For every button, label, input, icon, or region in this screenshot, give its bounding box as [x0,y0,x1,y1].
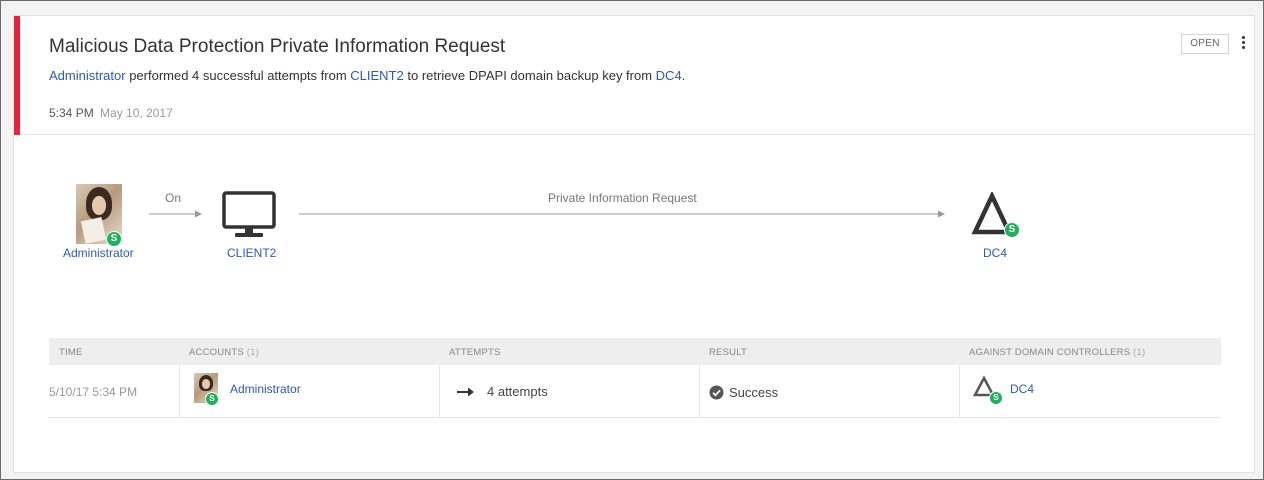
row-account-link[interactable]: Administrator [230,382,301,396]
edge-arrow [149,210,202,218]
sensitive-badge-icon: S [989,391,1003,405]
computer-node-label[interactable]: CLIENT2 [227,246,276,260]
description-text-2: to retrieve DPAPI domain backup key from [403,68,656,83]
description-text-1: performed 4 successful attempts from [125,68,351,83]
table-row: 5/10/17 5:34 PM S Administrator 4 attemp… [49,365,1221,418]
status-button[interactable]: OPEN [1181,34,1229,54]
edge-on-label: On [165,191,182,205]
alert-card: Malicious Data Protection Private Inform… [13,15,1255,473]
row-result: Success [729,385,779,400]
more-options-icon[interactable] [1238,34,1248,52]
description-text-3: . [681,68,686,83]
source-computer-link[interactable]: CLIENT2 [350,68,403,83]
sensitive-badge-icon: S [1004,222,1020,238]
column-header-dcs: AGAINST DOMAIN CONTROLLERS (1) [969,347,1146,358]
alert-description: Administrator performed 4 successful att… [49,68,685,83]
alert-header: Malicious Data Protection Private Inform… [14,16,1254,135]
edge-arrow [299,210,945,218]
row-dc-link[interactable]: DC4 [1010,382,1034,396]
column-header-attempts: ATTEMPTS [449,347,501,358]
column-header-result: RESULT [709,347,747,358]
row-attempts: 4 attempts [487,384,548,399]
edge-request-label: Private Information Request [548,191,697,205]
arrow-right-icon [457,387,474,397]
column-header-time: TIME [59,347,83,358]
table-header: TIME ACCOUNTS (1) ATTEMPTS RESULT AGAINS… [49,338,1221,365]
alert-time: 5:34 PM [49,106,94,120]
alert-title: Malicious Data Protection Private Inform… [49,36,506,57]
user-node-label[interactable]: Administrator [63,246,134,260]
check-circle-icon [709,385,724,400]
column-header-accounts: ACCOUNTS (1) [189,347,259,358]
activity-table: TIME ACCOUNTS (1) ATTEMPTS RESULT AGAINS… [49,338,1221,418]
row-time: 5/10/17 5:34 PM [49,385,138,399]
alert-date: May 10, 2017 [100,106,173,120]
alert-timestamp: 5:34 PM May 10, 2017 [49,106,173,120]
severity-bar [14,16,20,135]
target-dc-link[interactable]: DC4 [656,68,682,83]
dc-node-label[interactable]: DC4 [983,246,1007,260]
sensitive-badge-icon: S [106,231,122,247]
actor-link[interactable]: Administrator [49,68,126,83]
monitor-icon[interactable] [222,191,276,239]
sensitive-badge-icon: S [205,392,219,406]
